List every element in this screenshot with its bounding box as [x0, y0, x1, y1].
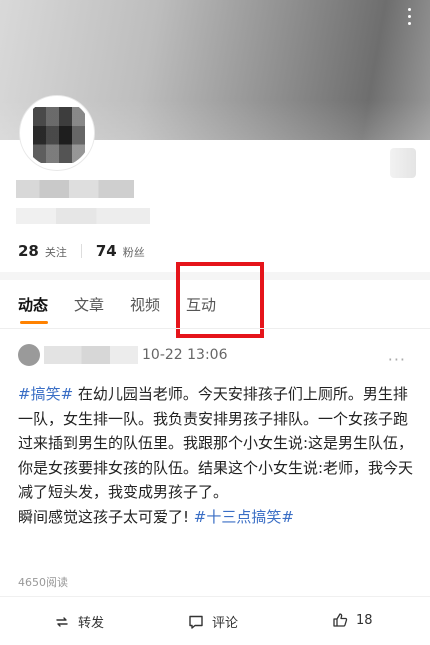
profile-page: 28 关注 74 粉丝 动态 文章 视频 互动 10-22 13:06 ··· #搞…	[0, 0, 430, 645]
tab-dynamic[interactable]: 动态	[18, 294, 49, 326]
red-highlight-box	[176, 262, 264, 338]
hashtag-link[interactable]: #搞笑#	[18, 385, 73, 403]
comment-button[interactable]: 评论	[188, 612, 238, 631]
like-button[interactable]: 18	[332, 612, 373, 628]
actions-divider	[0, 596, 430, 597]
tabs-underline-divider	[0, 328, 430, 329]
tab-articles[interactable]: 文章	[74, 294, 104, 326]
avatar[interactable]	[20, 96, 94, 170]
repost-icon	[56, 616, 68, 627]
post-text-second: 瞬间感觉这孩子太可爱了!	[18, 507, 194, 526]
following-stat[interactable]: 28 关注	[18, 242, 67, 260]
blurred-badge	[390, 148, 416, 178]
post-avatar[interactable]	[18, 344, 40, 366]
repost-label: 转发	[78, 616, 105, 631]
following-label: 关注	[44, 246, 67, 259]
like-count: 18	[356, 612, 373, 628]
repost-button[interactable]: 转发	[54, 612, 104, 631]
post-text: 在幼儿园当老师。今天安排孩子们上厕所。男生排一队，女生排一队。我负责安排男孩子排…	[18, 385, 414, 501]
more-horizontal-icon[interactable]: ···	[388, 350, 406, 369]
post-read-count: 4650阅读	[18, 576, 68, 589]
profile-stats: 28 关注 74 粉丝	[18, 242, 145, 260]
post-actions: 转发 评论 18	[0, 612, 430, 632]
more-vertical-icon[interactable]	[406, 8, 412, 30]
blurred-username	[16, 180, 134, 198]
post-blurred-author[interactable]	[44, 346, 138, 364]
followers-stat[interactable]: 74 粉丝	[96, 242, 145, 260]
comment-icon	[189, 615, 203, 629]
tab-videos[interactable]: 视频	[130, 294, 160, 326]
hashtag-link[interactable]: #十三点搞笑#	[194, 508, 294, 526]
stats-divider	[80, 244, 82, 258]
followers-count: 74	[95, 242, 117, 260]
blurred-bio	[16, 208, 150, 224]
thumbs-up-icon	[333, 613, 348, 627]
post-content: #搞笑# 在幼儿园当老师。今天安排孩子们上厕所。男生排一队，女生排一队。我负责安…	[18, 382, 418, 529]
following-count: 28	[18, 242, 39, 260]
comment-label: 评论	[212, 616, 239, 631]
post-timestamp: 10-22 13:06	[142, 347, 228, 363]
followers-label: 粉丝	[122, 246, 145, 259]
